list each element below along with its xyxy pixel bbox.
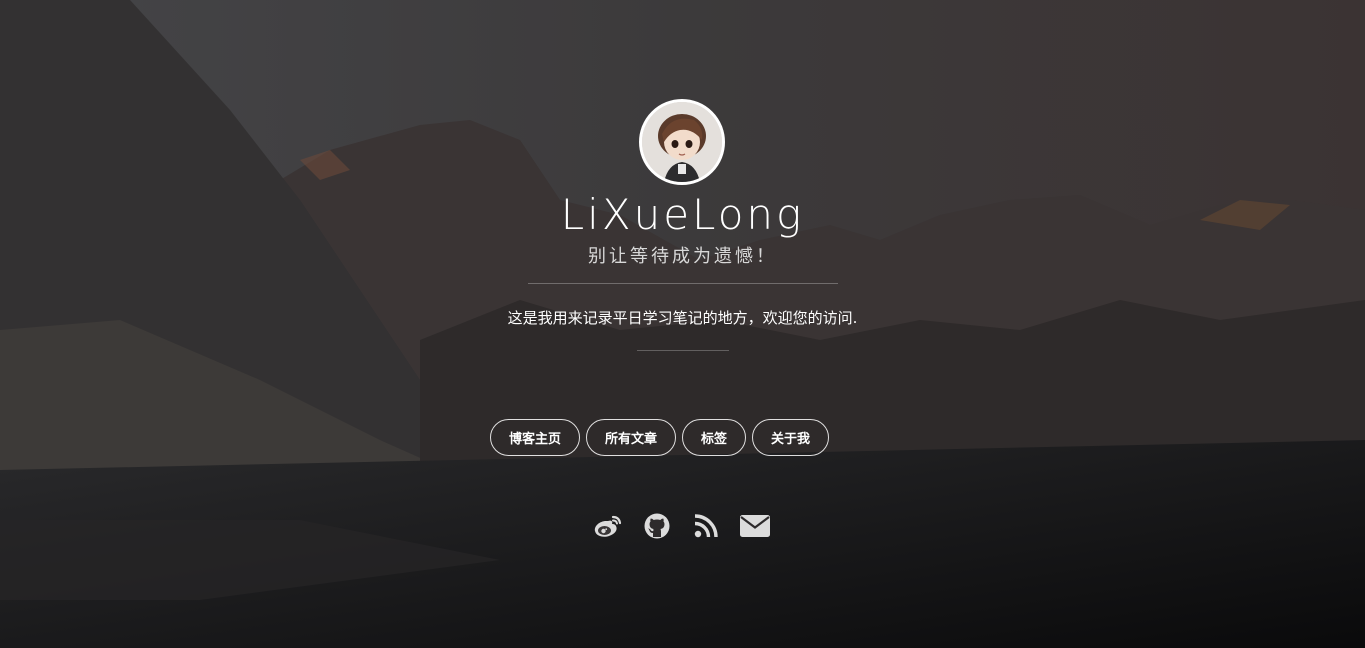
- nav-about-button[interactable]: 关于我: [752, 419, 830, 456]
- main-nav: 博客主页 所有文章 标签 关于我: [490, 419, 830, 456]
- email-icon[interactable]: [739, 511, 771, 541]
- nav-tags-button[interactable]: 标签: [682, 419, 747, 456]
- site-motto: 别让等待成为遗憾！: [588, 246, 777, 267]
- divider: [528, 283, 838, 284]
- github-icon[interactable]: [641, 511, 673, 541]
- site-description: 这是我用来记录平日学习笔记的地方，欢迎您的访问.: [507, 309, 858, 327]
- site-title: LiXueLong: [560, 190, 805, 239]
- nav-home-button[interactable]: 博客主页: [490, 419, 581, 456]
- avatar[interactable]: [639, 99, 725, 185]
- divider: [637, 350, 729, 351]
- avatar-image: [642, 102, 722, 182]
- profile-section: LiXueLong 别让等待成为遗憾！ 这是我用来记录平日学习笔记的地方，欢迎您…: [0, 0, 1365, 648]
- social-links: [592, 511, 771, 541]
- nav-archive-button[interactable]: 所有文章: [586, 419, 677, 456]
- weibo-icon[interactable]: [592, 511, 624, 541]
- landing-page: LiXueLong 别让等待成为遗憾！ 这是我用来记录平日学习笔记的地方，欢迎您…: [0, 0, 1365, 648]
- rss-icon[interactable]: [690, 511, 722, 541]
